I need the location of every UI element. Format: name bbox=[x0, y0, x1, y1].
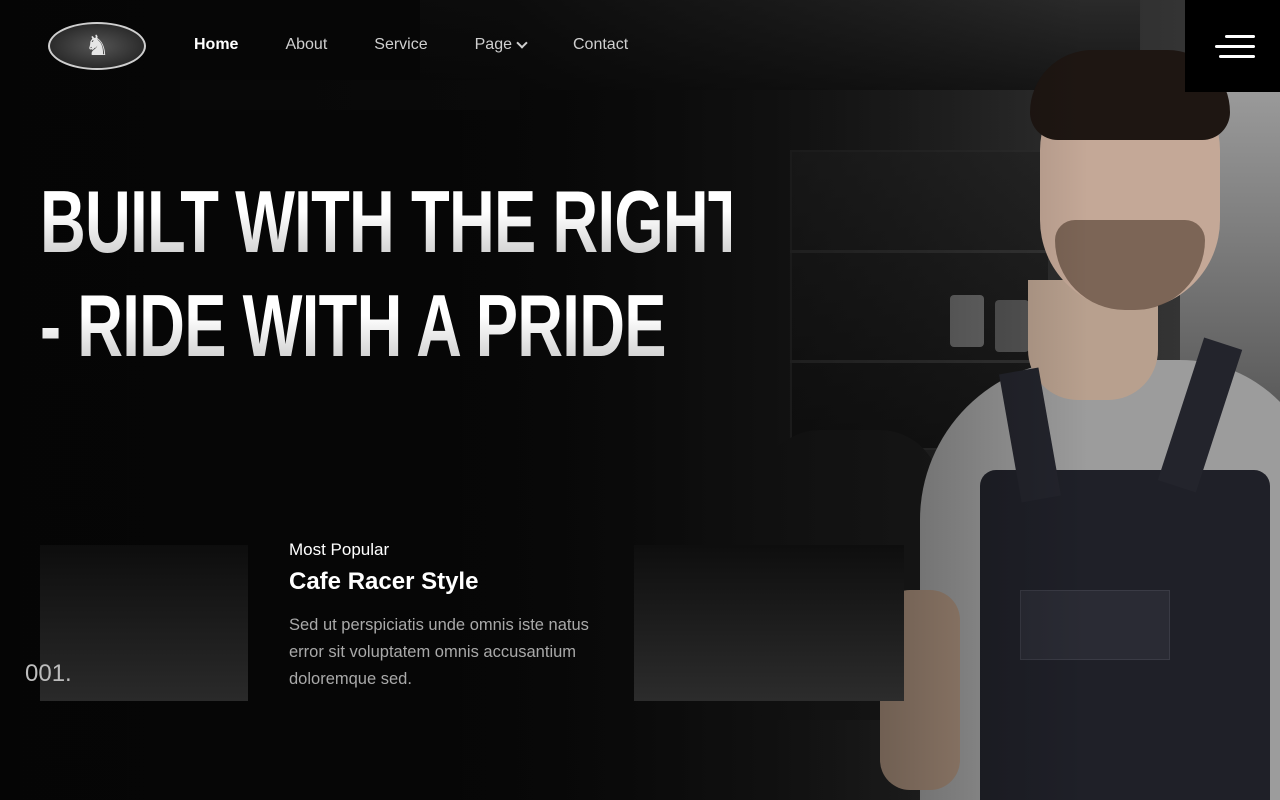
card-description: Sed ut perspiciatis unde omnis iste natu… bbox=[289, 616, 589, 688]
hamburger-icon bbox=[1225, 34, 1255, 38]
nav-link-about[interactable]: About bbox=[285, 36, 327, 54]
hamburger-icon-line bbox=[1215, 44, 1255, 48]
hamburger-icon-line bbox=[1219, 54, 1255, 58]
slide-thumbnail-right[interactable] bbox=[634, 545, 904, 701]
nav-link-service[interactable]: Service bbox=[374, 36, 427, 54]
nav-link-page[interactable]: Page bbox=[474, 36, 528, 54]
chevron-down-icon bbox=[516, 37, 528, 49]
nav-link-page-label: Page bbox=[474, 36, 512, 53]
card-kicker: Most Popular bbox=[289, 540, 390, 559]
nav-link-contact[interactable]: Contact bbox=[573, 36, 628, 54]
card-title[interactable]: Cafe Racer Style bbox=[289, 568, 609, 596]
top-navigation: ♞ Home About Service Page Contact bbox=[0, 0, 1280, 92]
menu-button[interactable] bbox=[1185, 0, 1280, 92]
headline-line-2: - RIDE WITH A PRIDE bbox=[40, 274, 731, 378]
site-logo[interactable]: ♞ bbox=[48, 22, 146, 70]
featured-card: Most Popular Cafe Racer Style Sed ut per… bbox=[289, 540, 609, 693]
hero-headline: BUILT WITH THE RIGHT - RIDE WITH A PRIDE bbox=[40, 170, 747, 378]
slide-number: 001. bbox=[25, 660, 72, 687]
headline-line-1: BUILT WITH THE RIGHT bbox=[40, 170, 747, 274]
nav-link-home[interactable]: Home bbox=[194, 36, 238, 54]
nav-links: Home About Service Page Contact bbox=[194, 36, 628, 54]
horse-logo-icon: ♞ bbox=[84, 29, 110, 62]
